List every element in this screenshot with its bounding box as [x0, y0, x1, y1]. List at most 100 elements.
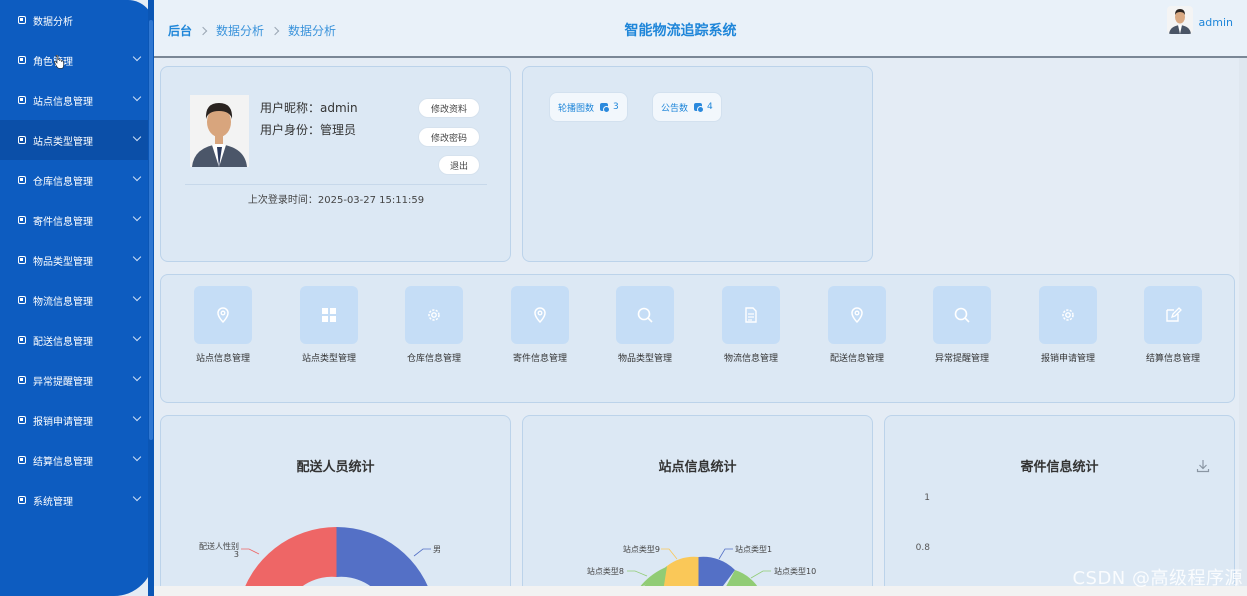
gear-icon	[1062, 309, 1074, 321]
sidebar-item-label: 配送信息管理	[33, 336, 93, 348]
menu-square-icon	[18, 336, 26, 344]
profile-card: 用户昵称：admin 用户身份：管理员 修改资料 修改密码 退出 上次登录时间：…	[160, 66, 511, 262]
sidebar-item-station-type[interactable]: 站点类型管理	[0, 120, 154, 160]
chevron-down-icon	[132, 372, 142, 382]
quick-menu-label: 结算信息管理	[1145, 354, 1200, 364]
logout-button[interactable]: 退出	[438, 155, 480, 175]
sidebar-item-warehouse[interactable]: 仓库信息管理	[0, 160, 154, 200]
profile-role: 用户身份：管理员	[260, 123, 357, 137]
profile-photo	[190, 95, 249, 167]
sidebar: 数据分析 角色管理 站点信息管理 站点类型管理 仓库信息管理 寄件信息管理 物品…	[0, 0, 154, 596]
chevron-down-icon	[132, 52, 142, 62]
quick-menu-label: 站点信息管理	[195, 354, 250, 364]
quick-station-info-button[interactable]	[194, 286, 252, 344]
pie-label: 男	[433, 545, 441, 554]
quick-warehouse-button[interactable]	[405, 286, 463, 344]
chevron-down-icon	[132, 212, 142, 222]
banner-count-stat[interactable]: 轮播图数 3	[549, 92, 628, 122]
menu-square-icon	[18, 56, 26, 64]
sidebar-item-logistics[interactable]: 物流信息管理	[0, 280, 154, 320]
sidebar-item-label: 结算信息管理	[33, 456, 93, 468]
edit-icon	[1166, 307, 1182, 322]
sidebar-item-shipping[interactable]: 寄件信息管理	[0, 200, 154, 240]
label-leader-line	[661, 548, 678, 560]
quick-menu-label: 站点类型管理	[301, 354, 356, 364]
quick-menu-label: 寄件信息管理	[512, 354, 567, 364]
sidebar-item-delivery[interactable]: 配送信息管理	[0, 320, 154, 360]
sidebar-item-label: 物品类型管理	[33, 256, 93, 268]
quick-menu-label: 物品类型管理	[617, 354, 672, 364]
stat-value: 3	[613, 102, 619, 112]
last-login-time: 上次登录时间：2025-03-27 15:11:59	[247, 195, 425, 206]
menu-square-icon	[18, 416, 26, 424]
sidebar-scroll-thumb[interactable]	[149, 20, 153, 440]
stat-label: 轮播图数	[558, 103, 595, 114]
chevron-down-icon	[132, 132, 142, 142]
sidebar-item-system[interactable]: 系统管理	[0, 480, 154, 520]
sidebar-item-label: 异常提醒管理	[33, 376, 93, 388]
chevron-down-icon	[132, 452, 142, 462]
pie-label: 站点类型1	[735, 544, 772, 554]
station-pie-chart: 站点类型9 站点类型1 站点类型8 站点类型10	[587, 544, 816, 592]
sidebar-item-label: 站点信息管理	[33, 96, 93, 108]
grid-icon	[322, 308, 336, 322]
chevron-down-icon	[132, 412, 142, 422]
sidebar-item-reimbursement[interactable]: 报销申请管理	[0, 400, 154, 440]
quick-delivery-button[interactable]	[828, 286, 886, 344]
stats-card: 轮播图数 3 公告数 4	[522, 66, 873, 262]
sidebar-item-label: 系统管理	[33, 496, 73, 508]
edit-profile-button[interactable]: 修改资料	[418, 98, 480, 118]
stat-icon	[694, 103, 705, 113]
chevron-down-icon	[132, 172, 142, 182]
menu-square-icon	[18, 296, 26, 304]
sidebar-item-goods-type[interactable]: 物品类型管理	[0, 240, 154, 280]
hand-cursor-icon	[54, 55, 64, 69]
sidebar-item-label: 物流信息管理	[33, 296, 93, 308]
menu-square-icon	[18, 496, 26, 504]
menu-square-icon	[18, 96, 26, 104]
sidebar-item-roles[interactable]: 角色管理	[0, 40, 154, 80]
quick-alerts-button[interactable]	[933, 286, 991, 344]
gear-icon	[428, 309, 440, 321]
chevron-down-icon	[132, 252, 142, 262]
sidebar-item-alerts[interactable]: 异常提醒管理	[0, 360, 154, 400]
label-leader-line	[241, 548, 260, 555]
avatar[interactable]	[1167, 6, 1193, 34]
pie-label: 3	[234, 550, 239, 559]
search-icon	[637, 307, 653, 323]
label-leader-line	[413, 548, 431, 557]
page-scrollbar[interactable]	[1239, 58, 1247, 586]
pie-label: 站点类型8	[587, 566, 624, 576]
notice-count-stat[interactable]: 公告数 4	[652, 92, 722, 122]
quick-settlement-button[interactable]	[1144, 286, 1202, 344]
sidebar-item-station-info[interactable]: 站点信息管理	[0, 80, 154, 120]
menu-square-icon	[18, 216, 26, 224]
quick-goods-type-button[interactable]	[616, 286, 674, 344]
sidebar-item-settlement[interactable]: 结算信息管理	[0, 440, 154, 480]
search-icon	[954, 307, 970, 323]
header-username[interactable]: admin	[1199, 16, 1233, 29]
pie-slice-yellow[interactable]	[663, 556, 699, 586]
change-password-button[interactable]: 修改密码	[418, 127, 480, 147]
sidebar-item-label: 仓库信息管理	[33, 176, 93, 188]
chevron-down-icon	[132, 292, 142, 302]
quick-menu-label: 报销申请管理	[1040, 354, 1095, 364]
chevron-down-icon	[132, 492, 142, 502]
menu-square-icon	[18, 256, 26, 264]
delivery-chart-card: 配送人员统计 配送人性别 3 男	[160, 415, 511, 596]
quick-station-type-button[interactable]	[300, 286, 358, 344]
menu-square-icon	[18, 176, 26, 184]
y-tick-label: 0.8	[916, 543, 931, 553]
menu-square-icon	[18, 376, 26, 384]
quick-menu-label: 仓库信息管理	[406, 354, 461, 364]
sidebar-item-data-analysis[interactable]: 数据分析	[0, 0, 154, 40]
quick-shipping-button[interactable]	[511, 286, 569, 344]
user-photo-icon	[1167, 6, 1193, 34]
quick-logistics-button[interactable]	[722, 286, 780, 344]
y-tick-label: 1	[924, 493, 930, 503]
menu-square-icon	[18, 456, 26, 464]
quick-menu-card: 站点信息管理 站点类型管理 仓库信息管理 寄件信息管理 物品类型管理 物流信息管…	[160, 274, 1235, 403]
divider	[185, 184, 487, 185]
stat-value: 4	[707, 102, 713, 112]
quick-reimbursement-button[interactable]	[1039, 286, 1097, 344]
